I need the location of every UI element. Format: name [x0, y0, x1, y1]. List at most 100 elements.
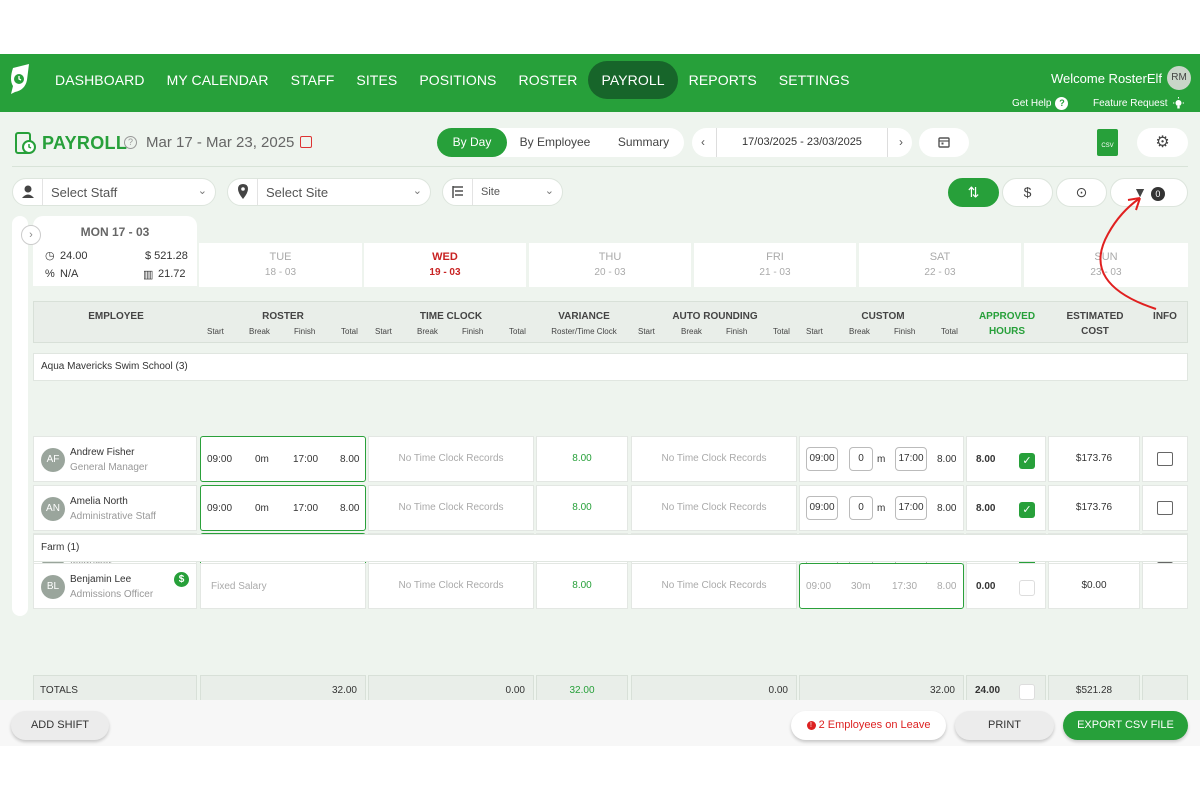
cost-button[interactable]: $ — [1002, 178, 1053, 207]
site-select[interactable]: Select Site ⌄ — [227, 178, 431, 206]
current-day-label: MON 17 - 03 — [80, 225, 150, 239]
prev-week-icon[interactable]: ‹ — [692, 128, 714, 157]
day-tab-tue[interactable]: TUE 18 - 03 — [199, 243, 362, 287]
auto-rounding-cell: No Time Clock Records — [631, 563, 797, 609]
roster-cell[interactable]: 09:00 0m 17:00 8.00 — [200, 485, 366, 531]
app-window: DASHBOARD MY CALENDAR STAFF SITES POSITI… — [0, 54, 1200, 746]
bar-chart-icon: ▥ — [143, 269, 154, 281]
settings-button[interactable]: ⚙ — [1137, 128, 1188, 157]
custom-start-input[interactable]: 09:00 — [806, 447, 838, 471]
day-date: 21 - 03 — [759, 267, 791, 278]
leave-text: 2 Employees on Leave — [818, 719, 931, 731]
roster-finish: 17:00 — [293, 503, 319, 514]
left-strip — [12, 216, 28, 616]
calendar-button[interactable] — [919, 128, 969, 157]
nav-my-calendar[interactable]: MY CALENDAR — [156, 61, 280, 99]
nav-sites[interactable]: SITES — [345, 61, 408, 99]
approved-cell[interactable]: 0.00 — [966, 563, 1046, 609]
main-nav: DASHBOARD MY CALENDAR STAFF SITES POSITI… — [44, 61, 861, 99]
approve-all-checkbox[interactable] — [1019, 684, 1035, 700]
comment-icon[interactable] — [1157, 452, 1173, 466]
approve-checkbox[interactable] — [1019, 580, 1035, 596]
print-button[interactable]: PRINT — [955, 711, 1054, 740]
chevron-down-icon: ⌄ — [412, 185, 422, 197]
next-week-icon[interactable]: › — [890, 128, 912, 157]
view-toggle: By Day By Employee Summary — [437, 128, 684, 157]
day-name: WED — [432, 251, 458, 263]
nav-positions[interactable]: POSITIONS — [408, 61, 507, 99]
tab-summary[interactable]: Summary — [603, 128, 684, 157]
sub-start: Start — [207, 327, 224, 336]
nav-settings[interactable]: SETTINGS — [768, 61, 861, 99]
custom-finish-input[interactable]: 17:00 — [895, 496, 927, 520]
approve-checkbox[interactable]: ✓ — [1019, 453, 1035, 469]
employee-cell[interactable]: AF Andrew Fisher General Manager — [33, 436, 197, 482]
nav-dashboard[interactable]: DASHBOARD — [44, 61, 156, 99]
custom-cell[interactable]: 09:00 30m 17:30 8.00 — [799, 563, 964, 609]
feature-request-link[interactable]: Feature Request — [1093, 97, 1185, 110]
top-bar: DASHBOARD MY CALENDAR STAFF SITES POSITI… — [0, 54, 1200, 112]
tab-by-employee[interactable]: By Employee — [507, 128, 603, 157]
employee-name: Benjamin Lee — [70, 574, 132, 585]
custom-break-input[interactable]: 0 — [849, 496, 873, 520]
expand-icon[interactable]: › — [21, 225, 41, 245]
auto-rounding-cell: No Time Clock Records — [631, 485, 797, 531]
nav-roster[interactable]: ROSTER — [507, 61, 588, 99]
export-csv-button[interactable]: EXPORT CSV FILE — [1063, 711, 1188, 740]
time-clock-cell: No Time Clock Records — [368, 485, 534, 531]
custom-break-input[interactable]: 0 — [849, 447, 873, 471]
user-avatar[interactable]: RM — [1167, 66, 1191, 90]
day-card-current[interactable]: MON 17 - 03 ◷ 24.00 $ 521.28 % N/A ▥ 21.… — [33, 216, 197, 286]
custom-start-input[interactable]: 09:00 — [806, 496, 838, 520]
sub-start: Start — [638, 327, 655, 336]
comment-icon[interactable] — [1157, 501, 1173, 515]
minutes-label: m — [877, 454, 886, 465]
col-time-clock: TIME CLOCK — [419, 311, 483, 322]
group-by-select[interactable]: Site ⌄ — [442, 178, 563, 206]
calendar-icon[interactable] — [300, 136, 312, 148]
day-tab-thu[interactable]: THU 20 - 03 — [529, 243, 691, 287]
auto-rounding-cell: No Time Clock Records — [631, 436, 797, 482]
nav-staff[interactable]: STAFF — [280, 61, 346, 99]
staff-select[interactable]: Select Staff ⌄ — [12, 178, 216, 206]
day-tab-sat[interactable]: SAT 22 - 03 — [859, 243, 1021, 287]
nav-payroll[interactable]: PAYROLL — [588, 61, 678, 99]
csv-icon[interactable]: CSV — [1097, 129, 1118, 156]
table-header: EMPLOYEE ROSTER Start Break Finish Total… — [33, 301, 1188, 343]
sort-button[interactable]: ⇅ — [948, 178, 999, 207]
site-select-placeholder: Select Site — [266, 185, 329, 200]
custom-start: 09:00 — [806, 581, 832, 592]
help-icon[interactable]: ? — [124, 136, 137, 149]
get-help-link[interactable]: Get Help ? — [1012, 97, 1069, 110]
day-name: SAT — [929, 251, 951, 263]
col-approved-hours: HOURS — [988, 326, 1026, 337]
employee-cell[interactable]: BL Benjamin Lee Admissions Officer $ — [33, 563, 197, 609]
day-tab-wed[interactable]: WED 19 - 03 — [364, 243, 526, 287]
employees-on-leave-button[interactable]: ! 2 Employees on Leave — [791, 711, 946, 740]
day-tab-fri[interactable]: FRI 21 - 03 — [694, 243, 856, 287]
staff-select-placeholder: Select Staff — [51, 185, 118, 200]
question-icon: ? — [1055, 97, 1069, 110]
cost-cell: $173.76 — [1048, 485, 1140, 531]
sub-break: Break — [417, 327, 438, 336]
roster-cell[interactable]: 09:00 0m 17:00 8.00 — [200, 436, 366, 482]
info-cell[interactable] — [1142, 563, 1188, 609]
tab-by-day[interactable]: By Day — [437, 128, 507, 157]
salary-badge-icon: $ — [174, 572, 189, 587]
employee-cell[interactable]: AN Amelia North Administrative Staff — [33, 485, 197, 531]
variance-cell: 8.00 — [536, 485, 628, 531]
approve-checkbox[interactable]: ✓ — [1019, 502, 1035, 518]
employee-role: Admissions Officer — [70, 589, 154, 600]
approved-hours: 8.00 — [976, 503, 996, 514]
logo-icon[interactable] — [7, 62, 33, 96]
roster-cell[interactable]: Fixed Salary — [200, 563, 366, 609]
sub-total: Total — [509, 327, 526, 336]
week-range[interactable]: 17/03/2025 - 23/03/2025 — [716, 128, 888, 157]
site-group-header[interactable]: Aqua Mavericks Swim School (3) — [33, 353, 1188, 381]
nav-reports[interactable]: REPORTS — [678, 61, 768, 99]
add-shift-button[interactable]: ADD SHIFT — [11, 711, 109, 740]
custom-finish-input[interactable]: 17:00 — [895, 447, 927, 471]
col-employee: EMPLOYEE — [88, 311, 144, 322]
site-group-header[interactable]: Farm (1) — [33, 534, 1188, 562]
sub-total: Total — [941, 327, 958, 336]
